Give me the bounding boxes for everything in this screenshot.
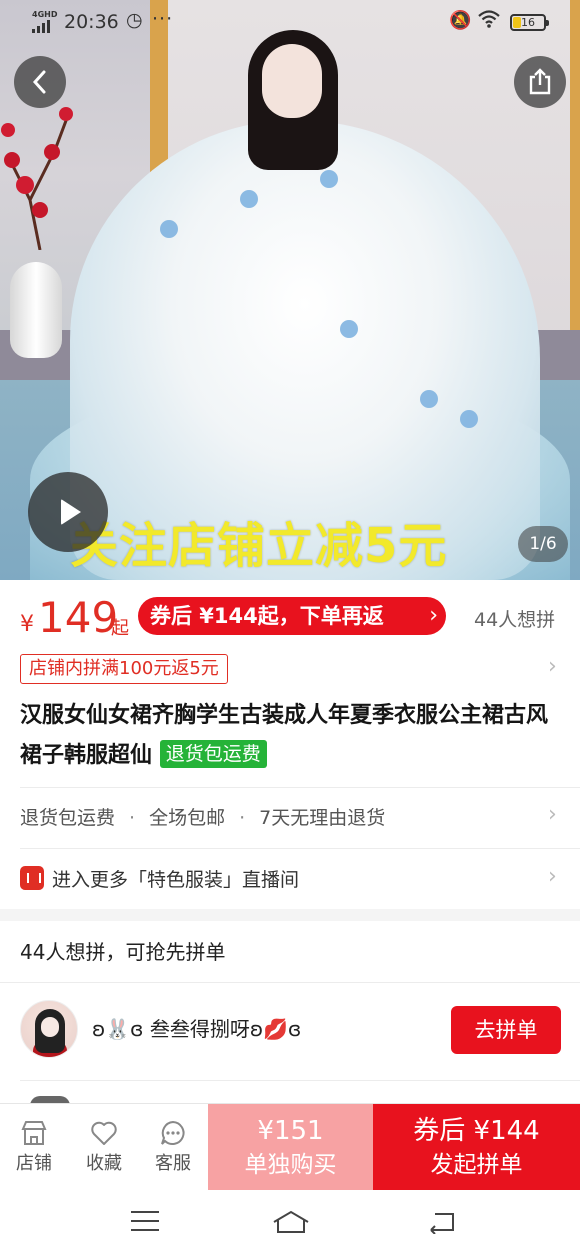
live-room-text: 进入更多「特色服装」直播间 xyxy=(52,869,300,891)
share-button[interactable] xyxy=(514,56,566,108)
chevron-right-icon: › xyxy=(548,864,557,889)
live-room-entry[interactable]: 进入更多「特色服装」直播间 xyxy=(20,860,299,900)
status-bar: 4GHD 20:36 ◷ ··· 🔕 16 xyxy=(0,0,580,44)
coupon-text: 券后 ¥144起，下单再返 xyxy=(150,604,384,628)
product-image-carousel[interactable]: 关注店铺立减5元 4GHD 20:36 ◷ ··· 🔕 16 1/6 xyxy=(0,0,580,580)
avatar xyxy=(20,1000,78,1058)
embroidery-flower xyxy=(340,320,358,338)
back-icon[interactable] xyxy=(427,1210,457,1234)
customer-service-label: 客服 xyxy=(155,1153,191,1174)
price-value: 149 xyxy=(38,593,119,642)
share-icon xyxy=(529,68,551,95)
back-button[interactable] xyxy=(14,56,66,108)
dnd-icon: ◷ xyxy=(126,9,143,31)
want-count: 44人想拼 xyxy=(474,609,556,631)
service-row[interactable]: 退货包运费 · 全场包邮 · 7天无理由退货 xyxy=(20,798,385,838)
solo-label: 单独购买 xyxy=(244,1152,337,1178)
buy-alone-button[interactable]: ¥151 单独购买 xyxy=(208,1104,373,1191)
live-tv-icon xyxy=(20,866,44,890)
chevron-right-icon: › xyxy=(548,802,557,827)
network-type: 4GHD xyxy=(32,10,58,19)
divider xyxy=(20,848,580,849)
embroidery-flower xyxy=(320,170,338,188)
mute-icon: 🔕 xyxy=(449,10,472,31)
battery-icon: 16 xyxy=(510,14,549,31)
price-suffix: 起 xyxy=(111,618,129,639)
promo-row[interactable]: 店铺内拼满100元返5元 › xyxy=(0,652,580,688)
status-time: 20:36 xyxy=(64,11,119,33)
free-return-badge: 退货包运费 xyxy=(159,740,267,768)
heart-icon xyxy=(74,1116,134,1150)
wifi-icon xyxy=(477,9,501,34)
vase xyxy=(10,262,62,358)
section-gap xyxy=(0,909,580,921)
system-nav-bar xyxy=(0,1190,580,1257)
divider xyxy=(20,787,580,788)
service-item: 全场包邮 xyxy=(149,807,226,829)
product-title-text: 汉服女仙女裙齐胸学生古装成人年夏季衣服公主裙古风裙子韩服超仙 xyxy=(20,703,549,768)
service-separator: · xyxy=(239,807,246,829)
price-currency: ¥ xyxy=(20,612,34,637)
service-item: 退货包运费 xyxy=(20,807,116,829)
promo-overlay-text: 关注店铺立减5元 xyxy=(70,518,448,574)
menu-icon[interactable] xyxy=(131,1211,159,1238)
store-label: 店铺 xyxy=(16,1153,52,1174)
product-title: 汉服女仙女裙齐胸学生古装成人年夏季衣服公主裙古风裙子韩服超仙 退货包运费 xyxy=(20,696,560,776)
service-item: 7天无理由退货 xyxy=(259,807,386,829)
price-row: ¥ 149 起 券后 ¥144起，下单再返 › 44人想拼 xyxy=(0,590,580,646)
join-group-button[interactable]: 去拼单 xyxy=(451,1006,561,1054)
group-buy-row: ʚ🐰ɞ 叁叁得捌呀ʚ💋ɞ 去拼单 xyxy=(0,994,580,1070)
battery-level: 16 xyxy=(521,16,535,29)
group-price: 券后 ¥144 xyxy=(413,1116,540,1146)
group-nickname: ʚ🐰ɞ 叁叁得捌呀ʚ💋ɞ xyxy=(92,1017,302,1041)
group-buy-heading: 44人想拼，可抢先拼单 xyxy=(20,940,226,964)
home-icon[interactable] xyxy=(272,1210,310,1234)
signal-icon xyxy=(32,20,50,33)
store-button[interactable]: 店铺 xyxy=(4,1116,64,1178)
start-group-buy-button[interactable]: 券后 ¥144 发起拼单 xyxy=(373,1104,580,1191)
divider xyxy=(20,1080,580,1081)
divider xyxy=(0,982,580,983)
image-pager: 1/6 xyxy=(518,526,568,562)
model-face xyxy=(262,44,322,118)
store-promo-tag: 店铺内拼满100元返5元 xyxy=(20,654,228,684)
plum-blossom-branch xyxy=(1,107,73,250)
play-icon xyxy=(61,499,81,525)
back-arrow-icon xyxy=(32,70,46,94)
group-label: 发起拼单 xyxy=(430,1152,523,1178)
play-video-button[interactable] xyxy=(28,472,108,552)
solo-price: ¥151 xyxy=(257,1116,324,1146)
embroidery-flower xyxy=(160,220,178,238)
service-separator: · xyxy=(129,807,136,829)
store-icon xyxy=(4,1116,64,1150)
bottom-action-bar: 店铺 收藏 客服 ¥151 单独购买 券后 ¥144 发起拼单 xyxy=(0,1103,580,1191)
embroidery-flower xyxy=(240,190,258,208)
chat-icon xyxy=(143,1116,203,1150)
customer-service-button[interactable]: 客服 xyxy=(143,1116,203,1178)
chevron-right-icon: › xyxy=(429,603,438,628)
chevron-right-icon: › xyxy=(548,654,557,679)
more-dots-icon: ··· xyxy=(152,8,174,30)
embroidery-flower xyxy=(420,390,438,408)
favorite-button[interactable]: 收藏 xyxy=(74,1116,134,1178)
favorite-label: 收藏 xyxy=(86,1153,122,1174)
window-frame xyxy=(570,0,580,380)
coupon-banner[interactable]: 券后 ¥144起，下单再返 › xyxy=(138,597,446,635)
embroidery-flower xyxy=(460,410,478,428)
